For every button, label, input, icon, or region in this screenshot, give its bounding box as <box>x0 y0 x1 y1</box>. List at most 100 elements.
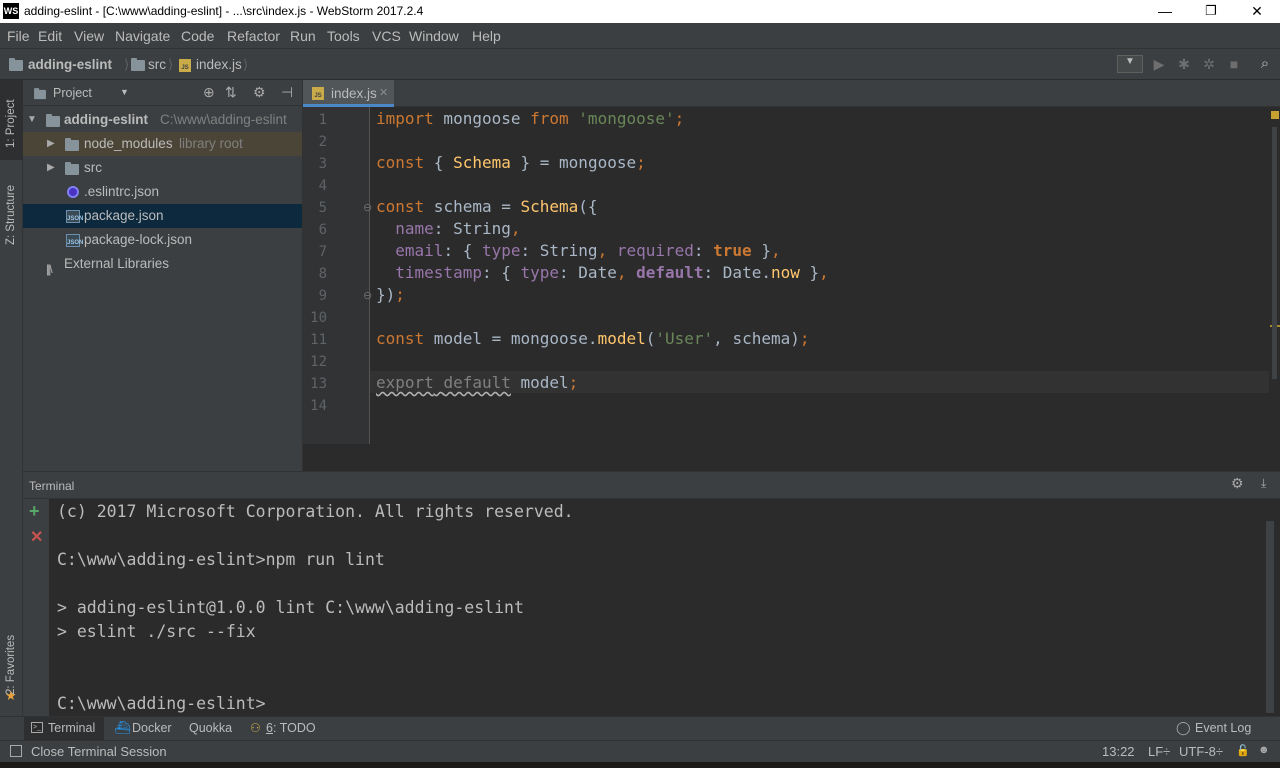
desktop-background <box>0 762 1280 768</box>
menu-run[interactable]: Run <box>290 28 316 44</box>
lock-icon[interactable]: 🔓 <box>1236 744 1250 757</box>
scrollbar-thumb[interactable] <box>1266 521 1274 713</box>
breadcrumb-file[interactable]: index.js <box>196 57 242 72</box>
terminal-icon: >_ <box>31 722 43 733</box>
code-line-8[interactable]: timestamp: { type: Date, default: Date.n… <box>376 263 829 282</box>
json-file-icon: JSON <box>66 210 83 223</box>
line-number: 1 <box>318 112 327 128</box>
menu-refactor[interactable]: Refactor <box>227 28 280 44</box>
gear-icon[interactable]: ⚙ <box>1231 475 1244 492</box>
tab-project[interactable]: 1: Project <box>0 86 23 162</box>
expanded-arrow-icon[interactable]: ▼ <box>27 108 37 132</box>
breadcrumb-project[interactable]: adding-eslint <box>28 57 112 72</box>
token: , <box>597 241 617 260</box>
menu-help[interactable]: Help <box>472 28 501 44</box>
search-icon[interactable]: ⌕ <box>1256 55 1274 73</box>
tab-project-label: 1: Project <box>5 99 17 149</box>
breadcrumb-separator: ⟩ <box>168 57 174 72</box>
run-icon[interactable]: ▶ <box>1150 55 1168 73</box>
scrollbar-thumb[interactable] <box>1272 127 1277 379</box>
tree-item-root[interactable]: ▼ adding-eslint C:\www\adding-eslint <box>23 108 302 132</box>
hide-panel-icon[interactable]: ⊣ <box>281 84 293 101</box>
code-line-3[interactable]: const { Schema } = mongoose; <box>376 153 646 172</box>
tab-event-log[interactable]: Event Log <box>1195 721 1251 735</box>
fold-icon[interactable]: ⊖ <box>363 201 372 214</box>
token: import <box>376 109 434 128</box>
token: ({ <box>578 197 598 216</box>
token: : Date. <box>703 263 771 282</box>
new-session-icon[interactable]: + <box>29 501 40 522</box>
folder-icon <box>131 58 145 71</box>
menu-vcs[interactable]: VCS <box>372 28 401 44</box>
tab-terminal[interactable]: >_ Terminal <box>24 717 104 740</box>
token: name <box>376 219 434 238</box>
line-number: 10 <box>310 310 327 326</box>
code-line-7[interactable]: email: { type: String, required: true }, <box>376 241 781 260</box>
menu-code[interactable]: Code <box>181 28 214 44</box>
menu-edit[interactable]: Edit <box>38 28 62 44</box>
token: : { <box>481 263 521 282</box>
tree-item-package-json[interactable]: JSON package.json <box>23 204 302 228</box>
token: export <box>376 373 434 392</box>
chevron-down-icon[interactable]: ▼ <box>120 87 129 97</box>
tab-docker[interactable]: Docker <box>132 721 172 735</box>
tab-structure[interactable]: Z: Structure <box>0 172 23 258</box>
code-line-1[interactable]: import mongoose from 'mongoose'; <box>376 109 684 128</box>
minimize-button[interactable]: — <box>1142 0 1188 23</box>
tree-item-src[interactable]: ▶ src <box>23 156 302 180</box>
code-line-13[interactable]: export default model; <box>376 373 578 392</box>
token: , <box>770 241 781 260</box>
menu-tools[interactable]: Tools <box>327 28 360 44</box>
terminal-output[interactable]: (c) 2017 Microsoft Corporation. All righ… <box>50 499 1280 716</box>
chevron-down-icon: ▼ <box>1125 56 1135 67</box>
hide-panel-icon[interactable]: ⤓ <box>1261 476 1266 491</box>
caret-position[interactable]: 13:22 <box>1102 744 1135 759</box>
stop-icon[interactable]: ■ <box>1225 55 1243 73</box>
close-session-icon[interactable]: ✕ <box>30 527 43 547</box>
fold-icon[interactable]: ⊖ <box>363 289 372 302</box>
menu-file[interactable]: File <box>7 28 30 44</box>
project-view-icon <box>34 88 46 100</box>
line-number: 6 <box>318 222 327 238</box>
file-encoding[interactable]: UTF-8÷ <box>1179 744 1223 759</box>
coverage-icon[interactable]: ✲ <box>1200 55 1218 73</box>
code-line-11[interactable]: const model = mongoose.model('User', sch… <box>376 329 810 348</box>
close-tab-icon[interactable]: ✕ <box>379 86 388 99</box>
collapse-all-icon[interactable]: ⇅ <box>225 84 237 101</box>
tab-todo-number[interactable]: 6 <box>266 721 273 735</box>
tool-windows-icon[interactable] <box>10 745 22 757</box>
token: , <box>819 263 829 282</box>
token: required <box>616 241 694 260</box>
editor-marker-strip[interactable] <box>1269 107 1280 444</box>
collapsed-arrow-icon[interactable]: ▶ <box>47 156 55 180</box>
warning-marker-icon[interactable] <box>1271 111 1279 119</box>
project-view-selector[interactable]: Project <box>53 86 92 100</box>
tab-quokka[interactable]: Quokka <box>189 721 232 735</box>
breadcrumb-folder[interactable]: src <box>148 57 166 72</box>
menu-window[interactable]: Window <box>409 28 459 44</box>
run-config-dropdown[interactable]: ▼ <box>1117 55 1143 73</box>
line-number: 4 <box>318 178 327 194</box>
line-number: 3 <box>318 156 327 172</box>
close-button[interactable]: ✕ <box>1234 0 1280 23</box>
token: model <box>510 373 569 392</box>
tree-item-node-modules[interactable]: ▶ node_modules library root <box>23 132 302 156</box>
inspector-icon[interactable]: ☻ <box>1258 744 1270 756</box>
maximize-button[interactable]: ❐ <box>1188 0 1234 23</box>
tree-item-eslintrc[interactable]: .eslintrc.json <box>23 180 302 204</box>
tab-index-js[interactable]: JS index.js ✕ <box>303 80 394 107</box>
code-line-5[interactable]: const schema = Schema({ <box>376 197 598 216</box>
tab-structure-label: Z: Structure <box>5 184 17 246</box>
locate-icon[interactable]: ⊕ <box>203 84 215 101</box>
line-separator[interactable]: LF÷ <box>1148 744 1170 759</box>
debug-icon[interactable]: ✱ <box>1175 55 1193 73</box>
gear-icon[interactable]: ⚙ <box>253 84 266 101</box>
menu-view[interactable]: View <box>74 28 104 44</box>
menu-navigate[interactable]: Navigate <box>115 28 170 44</box>
code-line-9[interactable]: }); <box>376 285 405 304</box>
tree-item-package-lock[interactable]: JSON package-lock.json <box>23 228 302 252</box>
tree-item-external-libraries[interactable]: |||\ External Libraries <box>23 252 302 276</box>
code-line-6[interactable]: name: String, <box>376 219 520 238</box>
tab-todo[interactable]: : TODO <box>273 721 316 735</box>
collapsed-arrow-icon[interactable]: ▶ <box>47 132 55 156</box>
